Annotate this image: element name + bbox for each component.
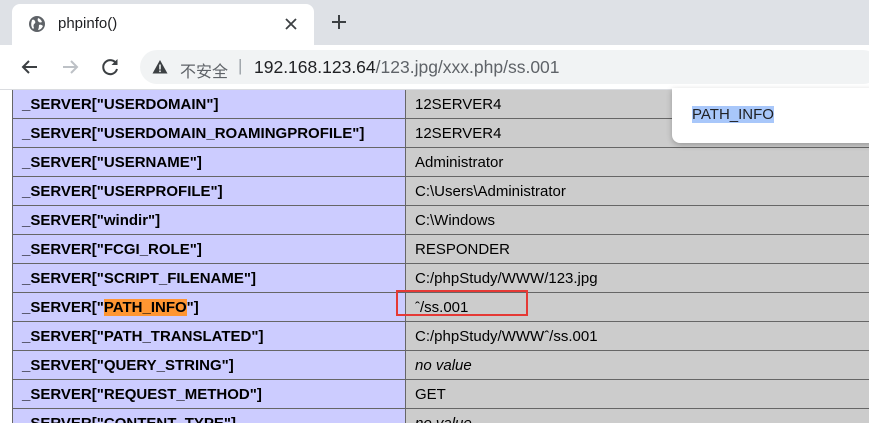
variable-value: GET (405, 379, 869, 409)
toolbar: 不安全 | 192.168.123.64/123.jpg/xxx.php/ss.… (0, 45, 869, 90)
variable-name: _SERVER["USERDOMAIN_ROAMINGPROFILE"] (12, 118, 406, 148)
variable-name: _SERVER["REQUEST_METHOD"] (12, 379, 406, 409)
variable-value: no value (405, 350, 869, 380)
variable-name: _SERVER["USERPROFILE"] (12, 176, 406, 206)
variable-value: C:\Users\Administrator (405, 176, 869, 206)
variable-value: no value (405, 408, 869, 423)
find-popup[interactable]: PATH_INFO (672, 88, 869, 143)
back-arrow-icon[interactable] (18, 55, 42, 79)
variable-name: _SERVER["windir"] (12, 205, 406, 235)
url-host: 192.168.123.64 (254, 57, 376, 77)
key-prefix: _SERVER[" (22, 298, 104, 316)
table-row: _SERVER["REQUEST_METHOD"] GET (12, 379, 869, 409)
variable-value: C:/phpStudy/WWWˆ/ss.001 (405, 321, 869, 351)
variable-value: RESPONDER (405, 234, 869, 264)
empty-value: no value (415, 356, 472, 374)
table-row: _SERVER["FCGI_ROLE"] RESPONDER (12, 234, 869, 264)
table-row: _SERVER["SCRIPT_FILENAME"] C:/phpStudy/WW… (12, 263, 869, 293)
plus-icon (332, 15, 346, 29)
table-row: _SERVER["CONTENT_TYPE"] no value (12, 408, 869, 423)
tab-strip: phpinfo() (0, 0, 869, 45)
variable-name: _SERVER["USERDOMAIN"] (12, 90, 406, 119)
table-row: _SERVER["QUERY_STRING"] no value (12, 350, 869, 380)
url-path: /123.jpg/xxx.php/ss.001 (375, 57, 560, 77)
empty-value: no value (415, 414, 472, 423)
close-icon (285, 18, 297, 30)
table-row: _SERVER["USERPROFILE"] C:\Users\Administr… (12, 176, 869, 206)
variable-name: _SERVER["CONTENT_TYPE"] (12, 408, 406, 423)
new-tab-button[interactable] (326, 9, 352, 35)
reload-icon[interactable] (98, 55, 122, 79)
variable-name: _SERVER["PATH_INFO"] (12, 292, 406, 322)
variable-value: C:\Windows (405, 205, 869, 235)
variable-name: _SERVER["FCGI_ROLE"] (12, 234, 406, 264)
url-text[interactable]: 192.168.123.64/123.jpg/xxx.php/ss.001 (254, 57, 560, 78)
find-text: PATH_INFO (692, 106, 774, 123)
close-tab-button[interactable] (280, 13, 302, 35)
warning-icon[interactable] (152, 59, 168, 75)
globe-icon (29, 16, 45, 32)
address-bar[interactable]: 不安全 | 192.168.123.64/123.jpg/xxx.php/ss.… (140, 50, 869, 84)
tab-title: phpinfo() (58, 15, 118, 32)
url-separator: | (238, 56, 243, 75)
key-suffix: "] (186, 298, 199, 316)
variable-value: Administrator (405, 147, 869, 177)
highlight-box (396, 290, 528, 316)
tab-phpinfo[interactable]: phpinfo() (12, 4, 314, 45)
variable-name: _SERVER["QUERY_STRING"] (12, 350, 406, 380)
table-row: _SERVER["PATH_TRANSLATED"] C:/phpStudy/WW… (12, 321, 869, 351)
forward-arrow-icon[interactable] (58, 55, 82, 79)
variable-name: _SERVER["SCRIPT_FILENAME"] (12, 263, 406, 293)
table-row: _SERVER["windir"] C:\Windows (12, 205, 869, 235)
variable-name: _SERVER["USERNAME"] (12, 147, 406, 177)
security-label: 不安全 (180, 64, 229, 81)
table-row: _SERVER["USERNAME"] Administrator (12, 147, 869, 177)
search-match: PATH_INFO (103, 298, 187, 316)
variable-name: _SERVER["PATH_TRANSLATED"] (12, 321, 406, 351)
variable-value: C:/phpStudy/WWW/123.jpg (405, 263, 869, 293)
